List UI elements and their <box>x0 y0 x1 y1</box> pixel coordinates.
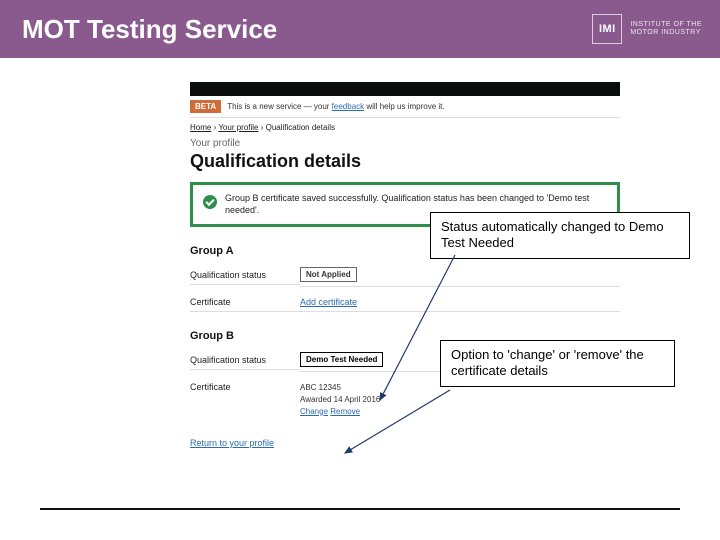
beta-banner: BETA This is a new service — your feedba… <box>190 96 620 118</box>
tick-icon <box>203 195 217 209</box>
bottom-rule <box>40 508 680 510</box>
feedback-link[interactable]: feedback <box>332 102 364 111</box>
brand-text-line2: MOTOR INDUSTRY <box>630 29 702 37</box>
screenshot-panel: BETA This is a new service — your feedba… <box>190 82 620 448</box>
section-label: Your profile <box>190 138 620 149</box>
crumb-profile[interactable]: Your profile <box>218 123 258 132</box>
group-a-status-label: Qualification status <box>190 270 300 285</box>
group-b-status-label: Qualification status <box>190 355 300 370</box>
page-title: Qualification details <box>190 151 620 172</box>
brand-text-line1: INSTITUTE OF THE <box>630 21 702 29</box>
add-certificate-link[interactable]: Add certificate <box>300 297 357 307</box>
imi-logo: IMI <box>592 14 622 44</box>
beta-text: This is a new service — your feedback wi… <box>227 102 444 111</box>
group-a-status-badge: Not Applied <box>300 267 357 282</box>
group-a-cert-row: Certificate Add certificate <box>190 297 620 312</box>
brand-text: INSTITUTE OF THE MOTOR INDUSTRY <box>630 21 702 36</box>
group-b-cert-label: Certificate <box>190 382 300 396</box>
group-a-status-row: Qualification status Not Applied <box>190 267 620 287</box>
crumb-current: Qualification details <box>266 123 335 132</box>
return-link[interactable]: Return to your profile <box>190 438 274 448</box>
cert-awarded: Awarded 14 April 2016 <box>300 394 620 405</box>
breadcrumb: Home › Your profile › Qualification deta… <box>190 118 620 132</box>
callout-change-remove: Option to 'change' or 'remove' the certi… <box>440 340 675 387</box>
slide-title: MOT Testing Service <box>22 14 277 45</box>
callout-status: Status automatically changed to Demo Tes… <box>430 212 690 259</box>
change-link[interactable]: Change <box>300 407 328 416</box>
remove-link[interactable]: Remove <box>330 407 360 416</box>
govuk-topbar <box>190 82 620 96</box>
brand-block: IMI INSTITUTE OF THE MOTOR INDUSTRY <box>592 14 702 44</box>
group-b-cert-row: Certificate ABC 12345 Awarded 14 April 2… <box>190 382 620 419</box>
content-wrap: BETA This is a new service — your feedba… <box>40 82 680 448</box>
group-b-status-badge: Demo Test Needed <box>300 352 383 367</box>
crumb-home[interactable]: Home <box>190 123 211 132</box>
slide-header: MOT Testing Service IMI INSTITUTE OF THE… <box>0 0 720 58</box>
group-a-cert-label: Certificate <box>190 297 300 312</box>
beta-badge: BETA <box>190 100 221 113</box>
